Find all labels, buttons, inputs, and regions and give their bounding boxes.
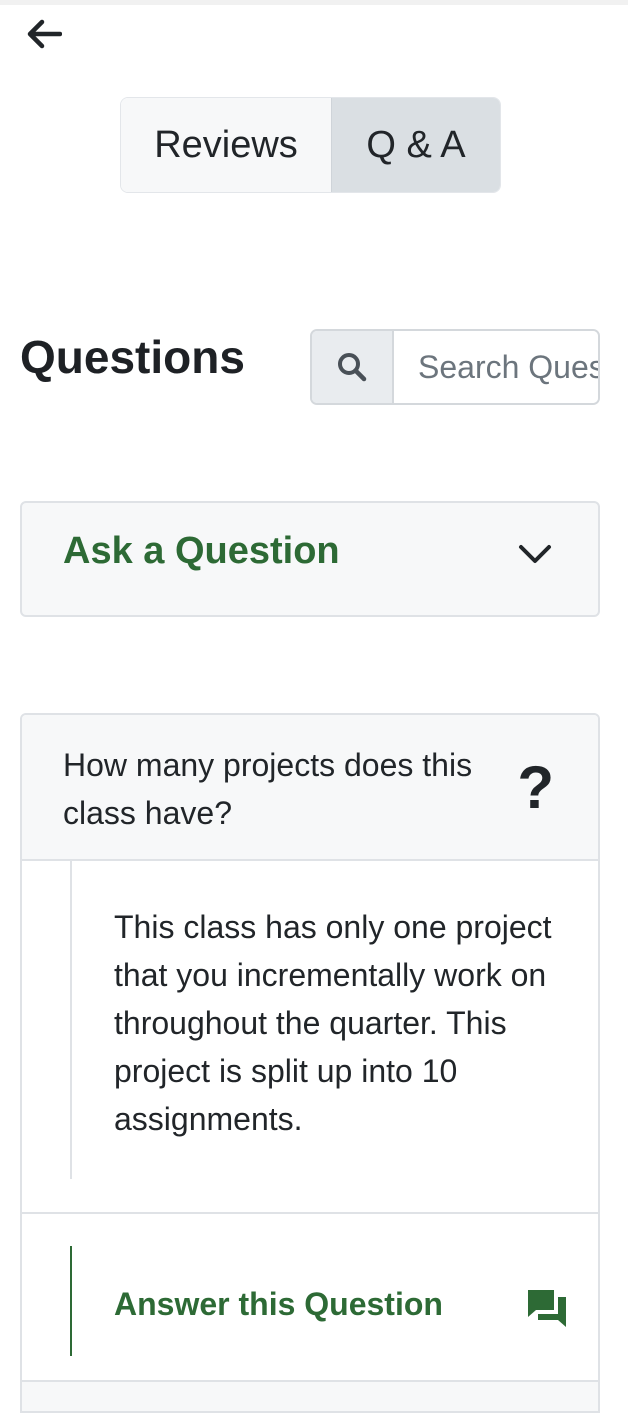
chevron-down-icon: [519, 545, 551, 563]
answer-question-button[interactable]: Answer this Question: [70, 1246, 572, 1356]
tab-qa[interactable]: Q & A: [331, 98, 500, 192]
answer-question-label: Answer this Question: [114, 1286, 443, 1322]
questions-heading: Questions: [20, 331, 245, 383]
question-text: How many projects does this class have?: [63, 747, 473, 831]
answer-block: This class has only one project that you…: [70, 861, 572, 1179]
question-card: How many projects does this class have? …: [20, 713, 600, 1413]
search-icon: [338, 353, 367, 382]
chat-icon: [528, 1290, 566, 1327]
tab-reviews[interactable]: Reviews: [121, 98, 331, 192]
divider: [22, 1212, 598, 1214]
arrow-left-icon: [27, 19, 62, 49]
ask-question-toggle[interactable]: Ask a Question: [20, 501, 600, 617]
search-button[interactable]: [312, 331, 394, 403]
answer-text: This class has only one project that you…: [114, 909, 552, 1137]
question-header: How many projects does this class have? …: [22, 715, 598, 861]
back-button[interactable]: [22, 14, 66, 54]
tab-group: Reviews Q & A: [120, 97, 501, 193]
ask-question-label: Ask a Question: [63, 530, 340, 572]
search-input[interactable]: [394, 331, 598, 403]
card-footer: [22, 1382, 598, 1411]
question-mark-icon: ?: [517, 754, 554, 821]
top-edge: [0, 0, 628, 5]
search-group: [310, 329, 600, 405]
